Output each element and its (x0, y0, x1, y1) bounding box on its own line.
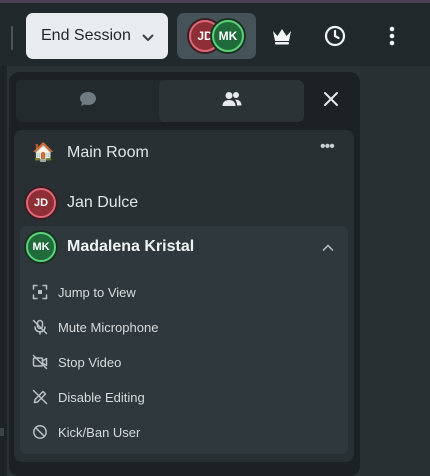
avatar: JD (26, 188, 56, 218)
user-row-jan-dulce[interactable]: JD Jan Dulce (14, 183, 349, 223)
vertical-ellipsis-icon[interactable] (379, 23, 405, 49)
room-more-options-icon[interactable]: ••• (320, 138, 335, 156)
room-name: Main Room (67, 144, 149, 161)
close-icon (323, 91, 339, 112)
end-session-button[interactable]: End Session (26, 13, 168, 59)
ban-icon (30, 422, 50, 442)
crown-icon[interactable] (269, 23, 295, 49)
action-kick-ban-user[interactable]: Kick/Ban User (30, 419, 330, 445)
chevron-down-icon (142, 30, 154, 48)
avatar: MK (26, 232, 56, 262)
toolbar-divider (11, 26, 13, 50)
action-label: Disable Editing (58, 389, 145, 405)
edge-marker (0, 428, 4, 436)
focus-frame-icon (30, 282, 50, 302)
clock-icon[interactable] (322, 23, 348, 49)
avatar: MK (212, 20, 244, 52)
tab-chat[interactable] (16, 80, 159, 122)
tab-people[interactable] (159, 80, 304, 122)
background-canvas (360, 66, 430, 476)
close-panel-button[interactable] (318, 88, 344, 114)
microphone-off-icon (30, 317, 50, 337)
user-name: Madalena Kristal (67, 238, 195, 255)
house-icon: 🏠 (32, 142, 55, 162)
user-row-madalena-kristal[interactable]: MK Madalena Kristal (14, 227, 349, 267)
action-label: Mute Microphone (58, 319, 159, 335)
action-label: Stop Video (58, 354, 122, 370)
action-jump-to-view[interactable]: Jump to View (30, 279, 330, 305)
chevron-up-icon[interactable] (322, 240, 334, 258)
action-stop-video[interactable]: Stop Video (30, 349, 330, 375)
panel-tabs (16, 80, 304, 122)
room-row-main[interactable]: 🏠 Main Room ••• (14, 136, 344, 172)
action-disable-editing[interactable]: Disable Editing (30, 384, 330, 410)
user-name: Jan Dulce (67, 194, 139, 211)
video-off-icon (30, 352, 50, 372)
action-mute-microphone[interactable]: Mute Microphone (30, 314, 330, 340)
action-label: Jump to View (58, 284, 136, 300)
left-edge-strip (0, 66, 7, 476)
people-icon (221, 90, 243, 113)
pencil-off-icon (30, 387, 50, 407)
end-session-label: End Session (41, 27, 131, 44)
chat-bubble-icon (78, 90, 98, 113)
action-label: Kick/Ban User (58, 424, 141, 440)
participants-button[interactable]: JD MK (177, 13, 256, 59)
session-toolbar: End Session JD MK (0, 3, 430, 66)
